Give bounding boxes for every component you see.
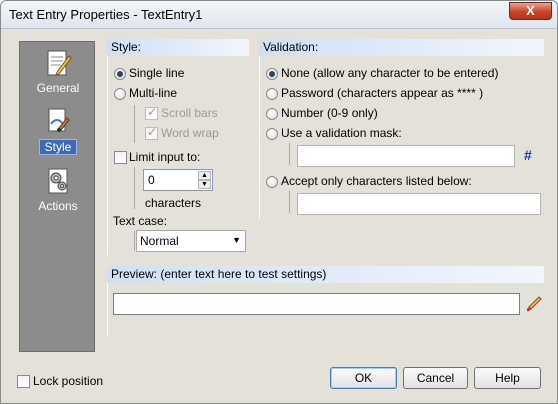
validation-none-radio[interactable] [266, 68, 278, 80]
preview-panel: Preview: (enter text here to test settin… [107, 266, 544, 336]
single-line-label[interactable]: Single line [129, 66, 184, 80]
limit-input-label[interactable]: Limit input to: [129, 150, 200, 164]
chevron-down-icon: ▼ [232, 235, 241, 245]
validation-accept-radio[interactable] [266, 176, 278, 188]
close-button[interactable]: X [509, 2, 552, 20]
sidebar-item-label: General [36, 81, 80, 95]
multi-line-radio[interactable] [114, 88, 126, 100]
title-bar[interactable]: Text Entry Properties - TextEntry1 X [1, 1, 557, 29]
cancel-button[interactable]: Cancel [403, 367, 468, 389]
preview-panel-edge [107, 283, 108, 336]
validation-number-radio[interactable] [266, 108, 278, 120]
multi-line-label[interactable]: Multi-line [129, 86, 177, 100]
single-line-radio[interactable] [114, 68, 126, 80]
sidebar-item-general[interactable]: General [20, 48, 96, 95]
validation-panel: Validation: None (allow any character to… [259, 39, 544, 219]
help-button[interactable]: Help [474, 367, 541, 389]
paint-brush-icon [48, 108, 70, 132]
validation-accept-input[interactable] [297, 193, 541, 215]
indent-line [134, 167, 135, 209]
validation-header: Validation: [259, 39, 544, 56]
style-panel: Style: Single line Multi-line Scroll bar… [107, 39, 249, 255]
sidebar-item-label: Style [39, 139, 77, 155]
sidebar: General Style Actions [19, 41, 95, 352]
document-pencil-icon [47, 50, 72, 76]
style-panel-edge [107, 56, 108, 255]
validation-password-radio[interactable] [266, 88, 278, 100]
text-case-value: Normal [140, 234, 179, 248]
validation-panel-edge [259, 56, 260, 219]
properties-dialog: Text Entry Properties - TextEntry1 X Gen… [0, 0, 558, 404]
validation-accept-label[interactable]: Accept only characters listed below: [281, 174, 472, 188]
validation-mask-label[interactable]: Use a validation mask: [281, 126, 402, 140]
validation-mask-radio[interactable] [266, 128, 278, 140]
indent-line [134, 105, 135, 143]
close-icon: X [526, 3, 535, 18]
limit-input-checkbox[interactable] [114, 151, 127, 164]
preview-header: Preview: (enter text here to test settin… [107, 266, 544, 283]
window-title: Text Entry Properties - TextEntry1 [9, 7, 203, 22]
text-case-select[interactable]: Normal ▼ [136, 230, 246, 252]
style-header: Style: [107, 39, 249, 56]
clear-brush-icon[interactable] [525, 295, 543, 313]
validation-none-label[interactable]: None (allow any character to be entered) [281, 66, 498, 80]
mask-symbols-icon[interactable]: # [524, 147, 532, 163]
indent-line [289, 191, 290, 213]
word-wrap-label[interactable]: Word wrap [161, 126, 219, 140]
text-case-label: Text case: [113, 214, 168, 228]
stepper-up-icon[interactable]: ▲ [198, 171, 211, 180]
sidebar-item-label: Actions [38, 199, 78, 213]
stepper-down-icon[interactable]: ▼ [198, 180, 211, 189]
lock-position-checkbox[interactable] [17, 375, 30, 388]
scroll-bars-checkbox[interactable] [145, 105, 158, 120]
preview-input[interactable] [113, 293, 520, 315]
validation-mask-input[interactable] [297, 145, 515, 167]
sidebar-item-style[interactable]: Style [20, 106, 96, 155]
limit-input-stepper[interactable]: 0 ▲ ▼ [143, 169, 213, 191]
validation-password-label[interactable]: Password (characters appear as **** ) [281, 86, 483, 100]
sidebar-item-actions[interactable]: Actions [20, 166, 96, 213]
validation-number-label[interactable]: Number (0-9 only) [281, 106, 378, 120]
ok-button[interactable]: OK [330, 367, 397, 389]
scroll-bars-label[interactable]: Scroll bars [161, 106, 218, 120]
word-wrap-checkbox[interactable] [145, 125, 158, 140]
indent-line [134, 231, 135, 251]
limit-value: 0 [148, 173, 155, 187]
lock-position-label[interactable]: Lock position [33, 374, 103, 388]
indent-line [289, 143, 290, 165]
gears-icon [48, 168, 68, 194]
characters-label: characters [145, 196, 202, 210]
